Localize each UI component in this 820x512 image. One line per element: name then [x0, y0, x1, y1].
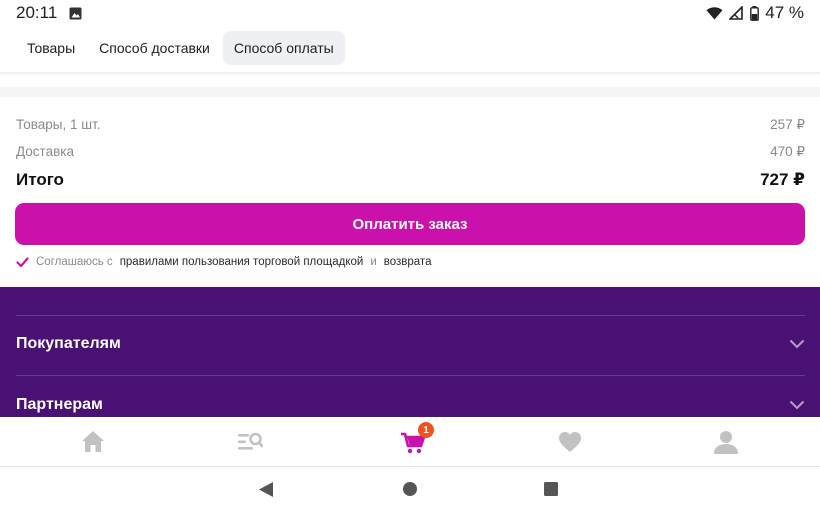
- summary-goods-row: Товары, 1 шт. 257 ₽: [16, 117, 805, 133]
- footer-item-buyers[interactable]: Покупателям: [16, 335, 805, 353]
- status-bar: 20:11 47 %: [0, 0, 820, 26]
- delivery-price: 470 ₽: [770, 144, 805, 159]
- summary-total-row: Итого 727 ₽: [16, 170, 805, 190]
- agreement-row: Соглашаюсь с правилами пользования торго…: [16, 256, 431, 268]
- site-footer: Покупателям Партнерам: [0, 287, 820, 417]
- checkout-tabs: Товары Способ доставки Способ оплаты: [16, 31, 345, 65]
- catalog-search-icon[interactable]: [237, 429, 263, 455]
- battery-icon: [750, 5, 760, 21]
- profile-icon[interactable]: [713, 429, 739, 455]
- home-circle-icon[interactable]: [402, 481, 418, 497]
- tab-goods[interactable]: Товары: [16, 31, 86, 65]
- return-rules-link[interactable]: возврата: [384, 256, 432, 268]
- recent-apps-icon[interactable]: [543, 481, 559, 497]
- delivery-label: Доставка: [16, 144, 74, 159]
- wifi-icon: [706, 6, 723, 19]
- goods-count-label: Товары, 1 шт.: [16, 117, 101, 132]
- footer-divider: [16, 375, 805, 376]
- header-divider: [0, 72, 820, 76]
- summary-delivery-row: Доставка 470 ₽: [16, 144, 805, 160]
- status-left: 20:11: [16, 3, 82, 23]
- home-icon[interactable]: [80, 429, 106, 455]
- bottom-navigation: 1: [0, 417, 820, 467]
- footer-item-partners[interactable]: Партнерам: [16, 396, 805, 414]
- back-icon[interactable]: [258, 481, 274, 498]
- total-price: 727 ₽: [760, 170, 805, 189]
- battery-percent: 47 %: [765, 3, 804, 22]
- footer-divider: [16, 315, 805, 316]
- goods-price: 257 ₽: [770, 117, 805, 132]
- footer-item-buyers-label: Покупателям: [16, 335, 121, 352]
- status-right: 47 %: [706, 3, 804, 23]
- agreement-conj: и: [370, 256, 377, 268]
- status-time: 20:11: [16, 3, 58, 22]
- section-gap: [0, 87, 820, 97]
- chevron-down-icon: [789, 339, 805, 349]
- tab-delivery-method[interactable]: Способ доставки: [88, 31, 221, 65]
- marketplace-rules-link[interactable]: правилами пользования торговой площадкой: [120, 256, 364, 268]
- footer-item-partners-label: Партнерам: [16, 396, 103, 413]
- check-icon[interactable]: [16, 256, 29, 268]
- total-label: Итого: [16, 170, 64, 189]
- agreement-prefix: Соглашаюсь с: [36, 256, 113, 268]
- image-notification-icon: [69, 7, 82, 19]
- cellular-signal-icon: [729, 6, 744, 20]
- system-navigation-bar: [0, 467, 820, 512]
- pay-order-button[interactable]: Оплатить заказ: [15, 203, 805, 245]
- tab-payment-method[interactable]: Способ оплаты: [222, 31, 345, 65]
- cart-count-badge: 1: [418, 422, 434, 438]
- heart-icon[interactable]: [557, 429, 583, 455]
- chevron-down-icon: [789, 400, 805, 410]
